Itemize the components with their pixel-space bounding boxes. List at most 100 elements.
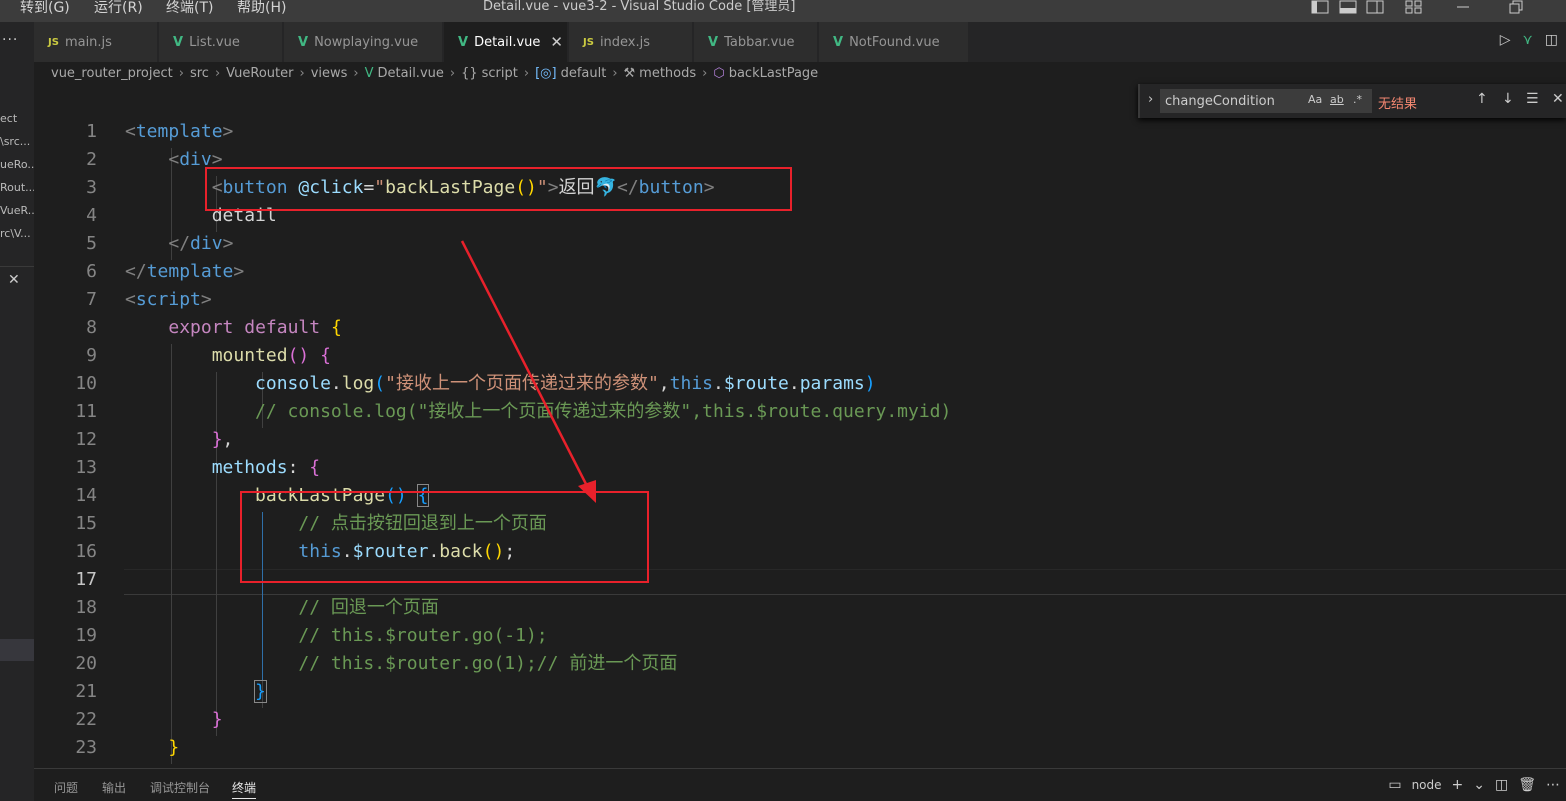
explorer-item-fragment[interactable]: Rout... (0, 181, 34, 194)
explorer-item-fragment[interactable]: ueRo... (0, 158, 34, 171)
line-number: 17 (75, 569, 97, 590)
breadcrumb-item[interactable]: script (482, 66, 518, 81)
tab-tabbar-vue[interactable]: V Tabbar.vue (694, 22, 818, 62)
breadcrumb-item[interactable]: default (561, 66, 607, 81)
line-number: 2 (86, 149, 97, 170)
explorer-selected-row[interactable] (0, 639, 34, 661)
breadcrumb-item[interactable]: Detail.vue (378, 66, 444, 81)
close-tab-icon[interactable]: ✕ (550, 33, 563, 51)
tab-nowplaying-vue[interactable]: V Nowplaying.vue (284, 22, 443, 62)
customize-layout-icon[interactable] (1405, 0, 1423, 16)
toggle-panel-icon[interactable] (1339, 0, 1357, 16)
close-icon[interactable]: ✕ (1552, 91, 1564, 107)
tab-problems[interactable]: 问题 (54, 779, 78, 796)
tab-list-vue[interactable]: V List.vue (159, 22, 283, 62)
javascript-file-icon: JS (583, 36, 594, 48)
line-number: 22 (75, 709, 97, 730)
code-line: 1 <template> (34, 118, 1566, 146)
line-number: 5 (86, 233, 97, 254)
split-terminal-icon[interactable]: ◫ (1495, 777, 1508, 793)
line-number: 13 (75, 457, 97, 478)
toggle-secondary-sidebar-icon[interactable] (1366, 0, 1384, 16)
breadcrumb-item[interactable]: views (311, 66, 348, 81)
line-number: 23 (75, 737, 97, 758)
chevron-right-icon: › (299, 65, 305, 81)
code-line: 7 <script> (34, 286, 1566, 314)
window-title: Detail.vue - vue3-2 - Visual Studio Code… (483, 0, 796, 14)
tab-detail-vue[interactable]: V Detail.vue ✕ (444, 22, 568, 62)
breadcrumb-item[interactable]: methods (639, 66, 696, 81)
run-icon[interactable]: ▷ (1500, 32, 1511, 48)
menu-terminal[interactable]: 终端(T) (166, 0, 213, 16)
find-in-selection-icon[interactable]: ☰ (1526, 91, 1539, 107)
line-number: 18 (75, 597, 97, 618)
more-actions-icon[interactable]: ⋯ (1546, 777, 1560, 793)
restore-icon[interactable] (1508, 0, 1524, 16)
explorer-item-fragment[interactable]: \src... (0, 135, 30, 148)
arrow-up-icon[interactable]: ↑ (1476, 91, 1488, 107)
javascript-file-icon: JS (48, 36, 59, 48)
breadcrumb-item[interactable]: backLastPage (729, 66, 818, 81)
divider (0, 266, 34, 267)
terminal-icon: ▭ (1388, 777, 1402, 793)
menu-help[interactable]: 帮助(H) (237, 0, 286, 16)
trash-icon[interactable]: 🗑 (1518, 777, 1536, 793)
tab-notfound-vue[interactable]: V NotFound.vue (819, 22, 969, 62)
code-line: 6 </template> (34, 258, 1566, 286)
regex-toggle[interactable]: .* (1353, 93, 1362, 106)
annotation-box-button (205, 167, 792, 211)
tab-main-js[interactable]: JS main.js (34, 22, 158, 62)
tab-label: index.js (599, 34, 651, 50)
tab-output[interactable]: 输出 (102, 779, 126, 796)
close-icon[interactable]: ✕ (8, 272, 20, 288)
code-line: 10 console.log("接收上一个页面传递过来的参数",this.$ro… (34, 370, 1566, 398)
toggle-sidebar-icon[interactable] (1311, 0, 1329, 16)
match-case-toggle[interactable]: Aa (1308, 93, 1322, 106)
breadcrumb-item[interactable]: src (190, 66, 209, 81)
explorer-item-fragment[interactable]: rc\V... (0, 227, 31, 240)
add-terminal-icon[interactable]: + (1452, 777, 1464, 793)
tab-index-js[interactable]: JS index.js (569, 22, 693, 62)
more-actions-icon[interactable]: ··· (2, 32, 18, 48)
tab-label: Detail.vue (474, 34, 541, 50)
line-number: 1 (86, 121, 97, 142)
chevron-right-icon: › (523, 65, 530, 81)
minimize-icon[interactable] (1455, 0, 1471, 16)
line-number: 16 (75, 541, 97, 562)
chevron-right-icon[interactable]: › (1148, 92, 1153, 107)
line-number: 7 (86, 289, 97, 310)
breadcrumb-item[interactable]: vue_router_project (51, 66, 173, 81)
chevron-right-icon: › (178, 65, 184, 81)
explorer-item-fragment[interactable]: VueR... (0, 204, 34, 217)
tab-debug-console[interactable]: 调试控制台 (150, 779, 210, 796)
whole-word-toggle[interactable]: ab (1330, 93, 1344, 106)
menu-run[interactable]: 运行(R) (94, 0, 143, 16)
menu-goto[interactable]: 转到(G) (20, 0, 70, 16)
explorer-item-fragment[interactable]: ect (0, 112, 17, 125)
chevron-down-icon[interactable]: ⌄ (1473, 777, 1485, 793)
breadcrumb-item[interactable]: VueRouter (226, 66, 293, 81)
code-line: 8 export default { (34, 314, 1566, 342)
find-result-status: 无结果 (1378, 97, 1418, 112)
wrench-icon: ⚒ (623, 65, 636, 81)
line-number: 6 (86, 261, 97, 282)
vue-devtools-icon[interactable]: ⋎ (1523, 32, 1533, 48)
tab-terminal[interactable]: 终端 (232, 779, 257, 799)
split-editor-icon[interactable]: ◫ (1545, 32, 1558, 48)
tab-label: main.js (64, 34, 112, 50)
line-number: 14 (75, 485, 97, 506)
code-line: 13 methods: { (34, 454, 1566, 482)
line-number: 19 (75, 625, 97, 646)
terminal-name[interactable]: node (1412, 778, 1442, 792)
code-line: 20 // this.$router.go(1);// 前进一个页面 (34, 650, 1566, 678)
title-bar: 转到(G) 运行(R) 终端(T) 帮助(H) Detail.vue - vue… (0, 0, 1566, 22)
chevron-right-icon: › (214, 65, 221, 81)
find-widget: › Aa ab .* 无结果 ↑ ↓ ☰ ✕ (1138, 84, 1566, 118)
explorer-sidebar-edge: ··· ect \src... ueRo... Rout... VueR... … (0, 22, 34, 801)
editor-actions: ▷ ⋎ ◫ (1500, 32, 1558, 48)
line-number: 12 (75, 429, 97, 450)
arrow-down-icon[interactable]: ↓ (1502, 91, 1514, 107)
vue-file-icon: V (298, 34, 309, 50)
line-number: 20 (75, 653, 97, 674)
line-number: 21 (75, 681, 97, 702)
